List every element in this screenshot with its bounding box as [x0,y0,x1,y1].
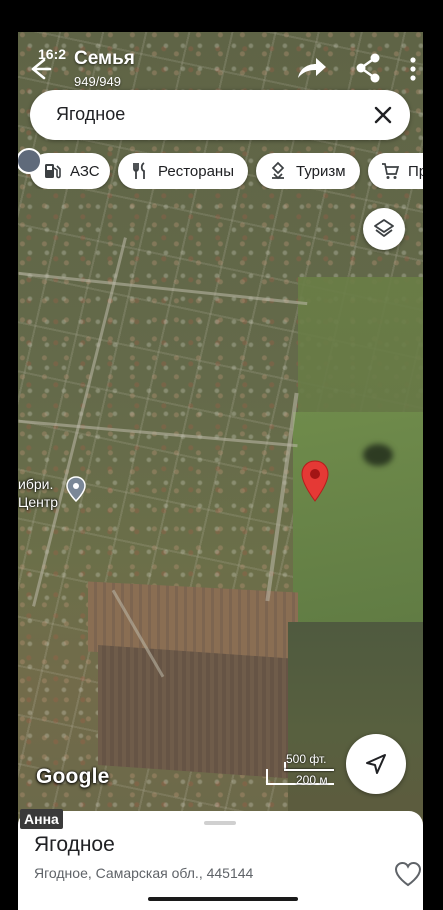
restaurant-icon [130,161,150,181]
chip-label: АЗС [70,162,100,180]
header-title: Семья [74,48,135,69]
home-indicator[interactable] [148,897,298,901]
scale-bar [284,769,334,771]
chip-label: Пр [408,162,423,180]
heart-icon[interactable] [394,861,422,887]
forward-share-icon[interactable] [294,54,328,84]
place-address: Ягодное, Самарская обл., 445144 [34,865,254,881]
map-scale: 500 фт. 200 м [266,752,336,792]
search-bar[interactable]: Ягодное [30,90,410,140]
screen: Семья 949/949 16:2 Ягодное АЗС Рестораны [18,32,423,910]
poi-label[interactable]: ибри. Центр [18,475,58,511]
header-subtitle: 949/949 [74,74,121,89]
close-icon[interactable] [370,102,396,128]
poi-label-line: ибри. [18,476,54,492]
map-field [298,277,423,427]
place-title: Ягодное [34,833,115,856]
map-shadow [363,444,393,466]
place-pin-icon[interactable] [66,476,86,503]
category-chips: АЗС Рестораны Туризм Пр [30,153,423,189]
directions-button[interactable] [346,734,406,794]
status-time: 16:2 [38,46,67,62]
map-field [293,412,423,652]
chip-shopping[interactable]: Пр [368,153,423,189]
share-icon[interactable] [353,52,383,84]
map-field [288,622,423,842]
more-vert-icon[interactable] [408,56,418,82]
drag-handle[interactable] [204,821,236,825]
navigation-arrow-icon [364,752,388,781]
layers-button[interactable] [363,208,405,250]
scale-meters: 200 м [296,773,328,787]
search-input[interactable]: Ягодное [56,104,125,125]
layers-icon [373,218,395,245]
chip-gas[interactable]: АЗС [30,153,110,189]
chip-label: Рестораны [158,162,234,180]
poi-label-line: Центр [18,494,59,510]
chip-tourism[interactable]: Туризм [256,153,360,189]
gas-station-icon [42,161,62,181]
tourism-icon [268,161,288,181]
google-logo: Google [36,765,110,788]
location-marker-icon[interactable] [300,460,330,502]
chip-restaurants[interactable]: Рестораны [118,153,248,189]
scale-feet: 500 фт. [286,752,327,766]
chip-label: Туризм [296,162,346,180]
shopping-cart-icon [380,161,400,181]
place-bottom-sheet[interactable]: Анна Ягодное Ягодное, Самарская обл., 44… [18,809,423,910]
user-name-tag: Анна [20,809,63,829]
